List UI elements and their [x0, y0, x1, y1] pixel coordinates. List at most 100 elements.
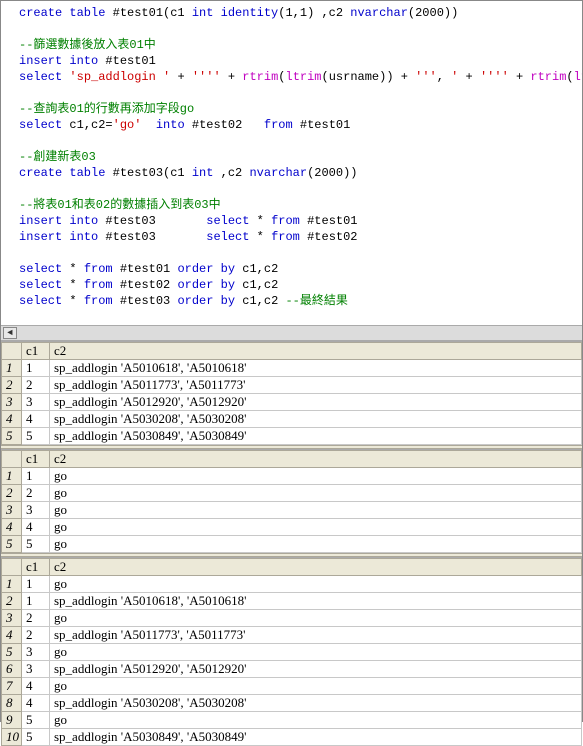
col-header-c2[interactable]: c2	[50, 451, 582, 468]
code-token	[141, 118, 155, 132]
row-header[interactable]: 2	[2, 377, 22, 394]
code-token: from	[84, 262, 113, 276]
table-row[interactable]: 11go	[2, 468, 582, 485]
cell[interactable]: 3	[22, 661, 50, 678]
table-row[interactable]: 11sp_addlogin 'A5010618', 'A5010618'	[2, 360, 582, 377]
cell[interactable]: 5	[22, 536, 50, 553]
row-header[interactable]: 3	[2, 502, 22, 519]
cell[interactable]: go	[50, 485, 582, 502]
row-header[interactable]: 5	[2, 428, 22, 445]
cell[interactable]: 3	[22, 394, 50, 411]
cell[interactable]: sp_addlogin 'A5011773', 'A5011773'	[50, 377, 582, 394]
row-header[interactable]: 1	[2, 468, 22, 485]
cell[interactable]: 2	[22, 485, 50, 502]
cell[interactable]: go	[50, 678, 582, 695]
cell[interactable]: 3	[22, 644, 50, 661]
col-header-c2[interactable]: c2	[50, 343, 582, 360]
cell[interactable]: go	[50, 536, 582, 553]
code-token: c1,c2	[235, 278, 278, 292]
table-row[interactable]: 63sp_addlogin 'A5012920', 'A5012920'	[2, 661, 582, 678]
row-header[interactable]: 1	[2, 576, 22, 593]
code-token: order by	[177, 294, 235, 308]
row-header[interactable]: 10	[2, 729, 22, 746]
table-row[interactable]: 32go	[2, 610, 582, 627]
table-row[interactable]: 55go	[2, 536, 582, 553]
cell[interactable]: go	[50, 468, 582, 485]
cell[interactable]: 1	[22, 468, 50, 485]
scroll-left-arrow[interactable]: ◄	[3, 327, 17, 339]
cell[interactable]: go	[50, 576, 582, 593]
code-token: 'sp_addlogin '	[69, 70, 170, 84]
cell[interactable]: 1	[22, 576, 50, 593]
code-token: +	[509, 70, 531, 84]
table-row[interactable]: 44sp_addlogin 'A5030208', 'A5030208'	[2, 411, 582, 428]
cell[interactable]: sp_addlogin 'A5010618', 'A5010618'	[50, 593, 582, 610]
cell[interactable]: 4	[22, 519, 50, 536]
cell[interactable]: sp_addlogin 'A5030208', 'A5030208'	[50, 411, 582, 428]
row-header[interactable]: 4	[2, 519, 22, 536]
cell[interactable]: go	[50, 610, 582, 627]
row-header[interactable]: 5	[2, 644, 22, 661]
cell[interactable]: 4	[22, 695, 50, 712]
table-row[interactable]: 74go	[2, 678, 582, 695]
table-row[interactable]: 22sp_addlogin 'A5011773', 'A5011773'	[2, 377, 582, 394]
cell[interactable]: 1	[22, 593, 50, 610]
row-header[interactable]: 9	[2, 712, 22, 729]
cell[interactable]: sp_addlogin 'A5030208', 'A5030208'	[50, 695, 582, 712]
code-token: #test01	[293, 118, 351, 132]
result-grid-3[interactable]: c1c211go21sp_addlogin 'A5010618', 'A5010…	[1, 557, 582, 746]
cell[interactable]: sp_addlogin 'A5030849', 'A5030849'	[50, 428, 582, 445]
row-header[interactable]: 3	[2, 394, 22, 411]
cell[interactable]: sp_addlogin 'A5010618', 'A5010618'	[50, 360, 582, 377]
table-row[interactable]: 44go	[2, 519, 582, 536]
table-row[interactable]: 53go	[2, 644, 582, 661]
row-header[interactable]: 5	[2, 536, 22, 553]
cell[interactable]: sp_addlogin 'A5011773', 'A5011773'	[50, 627, 582, 644]
table-row[interactable]: 55sp_addlogin 'A5030849', 'A5030849'	[2, 428, 582, 445]
row-header[interactable]: 2	[2, 485, 22, 502]
table-row[interactable]: 42sp_addlogin 'A5011773', 'A5011773'	[2, 627, 582, 644]
table-row[interactable]: 84sp_addlogin 'A5030208', 'A5030208'	[2, 695, 582, 712]
row-header[interactable]: 3	[2, 610, 22, 627]
cell[interactable]: go	[50, 519, 582, 536]
cell[interactable]: 5	[22, 729, 50, 746]
row-header[interactable]: 7	[2, 678, 22, 695]
editor-hscrollbar[interactable]: ◄	[1, 325, 582, 341]
col-header-c1[interactable]: c1	[22, 343, 50, 360]
row-header[interactable]: 4	[2, 411, 22, 428]
code-token: --創建新表03	[19, 150, 96, 164]
col-header-c1[interactable]: c1	[22, 451, 50, 468]
cell[interactable]: sp_addlogin 'A5012920', 'A5012920'	[50, 394, 582, 411]
cell[interactable]: 4	[22, 411, 50, 428]
cell[interactable]: sp_addlogin 'A5030849', 'A5030849'	[50, 729, 582, 746]
col-header-c2[interactable]: c2	[50, 559, 582, 576]
cell[interactable]: 2	[22, 377, 50, 394]
table-row[interactable]: 95go	[2, 712, 582, 729]
cell[interactable]: 5	[22, 712, 50, 729]
row-header[interactable]: 2	[2, 593, 22, 610]
cell[interactable]: sp_addlogin 'A5012920', 'A5012920'	[50, 661, 582, 678]
row-header[interactable]: 4	[2, 627, 22, 644]
table-row[interactable]: 33sp_addlogin 'A5012920', 'A5012920'	[2, 394, 582, 411]
table-row[interactable]: 105sp_addlogin 'A5030849', 'A5030849'	[2, 729, 582, 746]
table-row[interactable]: 22go	[2, 485, 582, 502]
cell[interactable]: 2	[22, 627, 50, 644]
result-grid-1[interactable]: c1c211sp_addlogin 'A5010618', 'A5010618'…	[1, 341, 582, 445]
row-header[interactable]: 8	[2, 695, 22, 712]
col-header-c1[interactable]: c1	[22, 559, 50, 576]
cell[interactable]: go	[50, 502, 582, 519]
cell[interactable]: go	[50, 712, 582, 729]
table-row[interactable]: 21sp_addlogin 'A5010618', 'A5010618'	[2, 593, 582, 610]
row-header[interactable]: 1	[2, 360, 22, 377]
cell[interactable]: 1	[22, 360, 50, 377]
table-row[interactable]: 33go	[2, 502, 582, 519]
cell[interactable]: 5	[22, 428, 50, 445]
sql-editor[interactable]: create table #test01(c1 int identity(1,1…	[1, 1, 582, 325]
cell[interactable]: 3	[22, 502, 50, 519]
table-row[interactable]: 11go	[2, 576, 582, 593]
result-grid-2[interactable]: c1c211go22go33go44go55go	[1, 449, 582, 553]
row-header[interactable]: 6	[2, 661, 22, 678]
cell[interactable]: 4	[22, 678, 50, 695]
cell[interactable]: 2	[22, 610, 50, 627]
cell[interactable]: go	[50, 644, 582, 661]
